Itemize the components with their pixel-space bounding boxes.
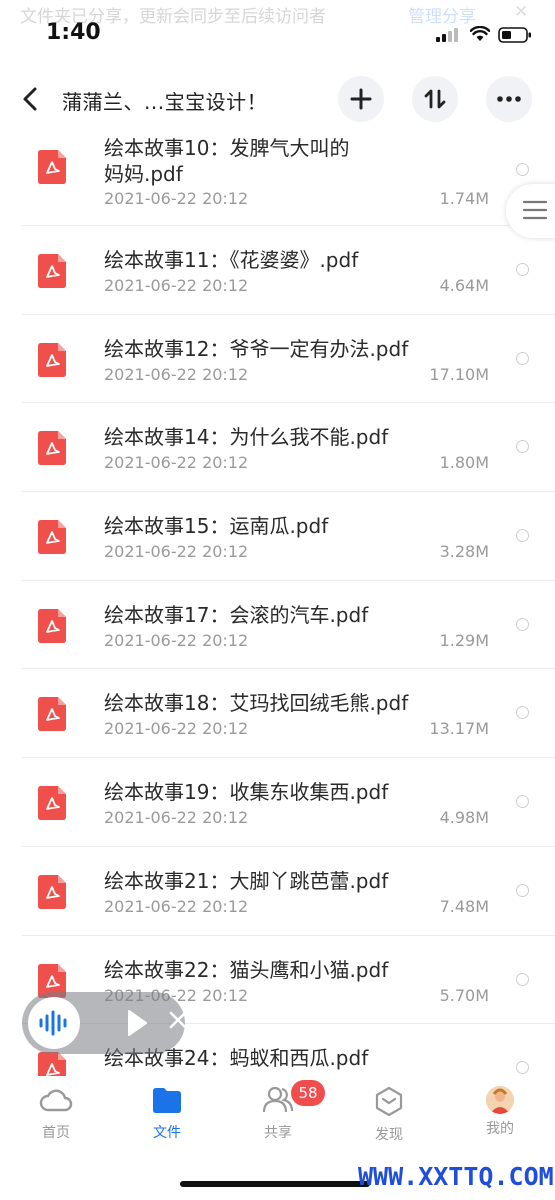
- file-date: 2021-06-22 20:12: [104, 364, 249, 384]
- tab-home-label: 首页: [42, 1125, 70, 1141]
- bottom-tab-bar: 首页 文件 共享 发现 我的: [0, 1076, 555, 1166]
- nav-bar: 蒲蒲兰、...宝宝设计！: [0, 74, 555, 126]
- file-date: 2021-06-22 20:12: [104, 453, 249, 473]
- select-radio[interactable]: [516, 617, 529, 631]
- file-size: 13.17M: [429, 719, 489, 739]
- file-row[interactable]: 绘本故事12：爷爷一定有办法.pdf 2021-06-22 20:12 17.1…: [0, 315, 555, 404]
- file-name: 绘本故事19：收集东收集西.pdf: [104, 780, 389, 805]
- file-date: 2021-06-22 20:12: [104, 542, 249, 562]
- avatar-image: [486, 1086, 514, 1114]
- file-size: 4.98M: [439, 808, 489, 828]
- file-size: 3.28M: [439, 542, 489, 562]
- close-player-icon[interactable]: [168, 1010, 188, 1030]
- file-name: 绘本故事21：大脚丫跳芭蕾.pdf: [104, 868, 389, 893]
- avatar: [486, 1086, 514, 1114]
- select-radio[interactable]: [516, 1061, 529, 1075]
- folder-icon: [153, 1088, 181, 1113]
- select-radio[interactable]: [516, 529, 529, 543]
- pdf-file-icon: [38, 874, 66, 909]
- file-date: 2021-06-22 20:12: [104, 896, 249, 916]
- file-date: 2021-06-22 20:12: [104, 276, 249, 295]
- file-row[interactable]: 绘本故事10：发脾气大叫的 妈妈.pdf 2021-06-22 20:12 1.…: [0, 128, 555, 226]
- file-size: 1.80M: [439, 453, 489, 473]
- file-size: 7.48M: [439, 896, 489, 916]
- file-row[interactable]: 绘本故事21：大脚丫跳芭蕾.pdf 2021-06-22 20:12 7.48M: [0, 847, 555, 936]
- add-button[interactable]: [338, 76, 384, 122]
- select-radio[interactable]: [516, 706, 529, 720]
- file-row[interactable]: 绘本故事11：《花婆婆》.pdf 2021-06-22 20:12 4.64M: [0, 226, 555, 315]
- pdf-file-icon: [38, 342, 66, 377]
- file-date: 2021-06-22 20:12: [104, 630, 249, 650]
- file-name: 绘本故事17：会滚的汽车.pdf: [104, 602, 369, 627]
- page-title: 蒲蒲兰、...宝宝设计！: [62, 90, 268, 114]
- select-radio[interactable]: [516, 795, 529, 809]
- select-radio[interactable]: [516, 883, 529, 897]
- sort-arrows-icon: [424, 89, 446, 109]
- select-radio[interactable]: [516, 263, 529, 276]
- more-button[interactable]: [486, 76, 532, 122]
- pdf-file-icon: [38, 431, 66, 466]
- file-name: 绘本故事14：为什么我不能.pdf: [104, 425, 389, 450]
- file-size: 5.70M: [439, 985, 489, 1005]
- sort-button[interactable]: [412, 76, 458, 122]
- tab-discover[interactable]: 发现: [349, 1086, 429, 1144]
- cube-icon: [375, 1086, 403, 1117]
- tab-files-label: 文件: [153, 1125, 181, 1141]
- file-date: 2021-06-22 20:12: [104, 808, 249, 828]
- file-row[interactable]: 绘本故事18：艾玛找回绒毛熊.pdf 2021-06-22 20:12 13.1…: [0, 669, 555, 759]
- plus-icon: [350, 88, 372, 110]
- tab-home[interactable]: 首页: [16, 1086, 96, 1142]
- file-size: 1.29M: [439, 630, 489, 650]
- battery-icon: [498, 27, 531, 43]
- back-arrow-icon[interactable]: [18, 84, 44, 114]
- file-row[interactable]: 绘本故事14：为什么我不能.pdf 2021-06-22 20:12 1.80M: [0, 403, 555, 493]
- wifi-icon: [470, 26, 490, 41]
- select-radio[interactable]: [516, 163, 529, 176]
- file-size: 17.10M: [429, 364, 489, 384]
- file-row[interactable]: 绘本故事17：会滚的汽车.pdf 2021-06-22 20:12 1.29M: [0, 581, 555, 670]
- file-size: 4.64M: [439, 276, 489, 295]
- file-name: 绘本故事12：爷爷一定有办法.pdf: [104, 336, 409, 361]
- pdf-file-icon: [38, 697, 66, 732]
- tab-mine[interactable]: 我的: [460, 1086, 540, 1138]
- status-bar: 1:40: [0, 18, 555, 52]
- file-date: 2021-06-22 20:12: [104, 189, 249, 208]
- audio-wave-button[interactable]: [28, 997, 80, 1049]
- file-list: 绘本故事10：发脾气大叫的 妈妈.pdf 2021-06-22 20:12 1.…: [0, 128, 555, 1113]
- share-badge: 58: [291, 1080, 325, 1106]
- tab-share-label: 共享: [264, 1125, 292, 1141]
- watermark: WWW.XXTTQ.COM: [358, 1162, 554, 1191]
- select-radio[interactable]: [516, 972, 529, 986]
- select-radio[interactable]: [516, 351, 529, 365]
- file-name: 绘本故事11：《花婆婆》.pdf: [104, 248, 359, 272]
- play-icon[interactable]: [126, 1009, 148, 1037]
- file-name: 绘本故事22：猫头鹰和小猫.pdf: [104, 957, 389, 982]
- file-row[interactable]: 绘本故事15：运南瓜.pdf 2021-06-22 20:12 3.28M: [0, 492, 555, 581]
- file-name: 绘本故事15：运南瓜.pdf: [104, 514, 329, 539]
- file-row[interactable]: 绘本故事19：收集东收集西.pdf 2021-06-22 20:12 4.98M: [0, 758, 555, 847]
- select-radio[interactable]: [516, 440, 529, 454]
- tab-discover-label: 发现: [375, 1127, 403, 1143]
- file-name: 绘本故事10：发脾气大叫的: [104, 136, 350, 160]
- file-size: 1.74M: [439, 189, 489, 208]
- home-indicator: [180, 1181, 370, 1187]
- sound-wave-icon: [39, 1010, 67, 1036]
- pdf-file-icon: [38, 786, 66, 821]
- tab-mine-label: 我的: [486, 1121, 514, 1137]
- tab-files[interactable]: 文件: [127, 1086, 207, 1142]
- side-menu-handle[interactable]: [506, 184, 555, 238]
- hamburger-icon: [522, 200, 548, 220]
- more-dots-icon: [497, 96, 521, 102]
- file-name: 绘本故事18：艾玛找回绒毛熊.pdf: [104, 691, 409, 716]
- status-time: 1:40: [46, 20, 101, 45]
- pdf-file-icon: [38, 254, 66, 288]
- file-name-line2: 妈妈.pdf: [104, 162, 183, 186]
- pdf-file-icon: [38, 520, 66, 555]
- cellular-signal-icon: [436, 28, 458, 42]
- file-date: 2021-06-22 20:12: [104, 719, 249, 739]
- pdf-file-icon: [38, 608, 66, 643]
- floating-audio-player[interactable]: [22, 992, 188, 1054]
- pdf-file-icon: [38, 150, 66, 184]
- cloud-icon: [39, 1089, 73, 1112]
